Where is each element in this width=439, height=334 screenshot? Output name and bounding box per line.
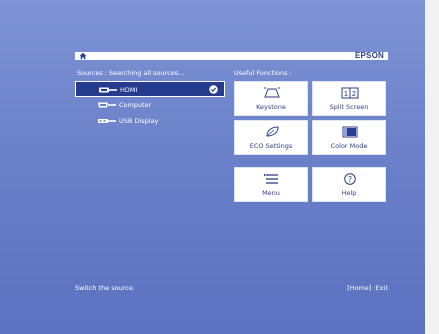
keystone-icon (264, 87, 280, 98)
home-icon[interactable] (79, 52, 87, 60)
sources-list: HDMI Computer USB Display (75, 81, 225, 129)
frame-edge (425, 0, 439, 334)
menu-icon (264, 174, 278, 184)
source-label: Computer (119, 101, 152, 109)
source-label: USB Display (119, 117, 159, 125)
help-icon: ? (344, 173, 356, 185)
status-bar: Switch the source. [Home] :Exit (75, 284, 388, 293)
sources-title: Sources : Searching all sources... (77, 69, 185, 77)
hdmi-connector-icon (99, 87, 117, 93)
split-screen-icon: 1 2 (341, 87, 359, 99)
color-mode-icon (342, 126, 358, 138)
functions-title: Useful Functions : (234, 69, 292, 77)
menu-button[interactable]: Menu (234, 167, 308, 202)
eco-leaf-icon (266, 126, 279, 137)
keystone-button[interactable]: Keystone (234, 81, 308, 116)
usb-connector-icon (98, 119, 116, 123)
func-label: Split Screen (329, 103, 369, 111)
check-icon (209, 85, 218, 94)
svg-text:1: 1 (344, 90, 348, 98)
color-mode-button[interactable]: Color Mode (312, 120, 386, 155)
func-label: Menu (262, 189, 280, 197)
svg-text:2: 2 (352, 90, 356, 98)
func-label: Color Mode (330, 142, 368, 150)
func-label: Keystone (256, 103, 286, 111)
source-item-usb-display[interactable]: USB Display (75, 113, 225, 129)
func-label: Help (341, 189, 357, 197)
help-button[interactable]: ? Help (312, 167, 386, 202)
func-label: ECO Settings (249, 142, 293, 150)
exit-hint: [Home] :Exit (347, 284, 388, 292)
split-screen-button[interactable]: 1 2 Split Screen (312, 81, 386, 116)
header-bar: EPSON (75, 51, 388, 60)
projector-home-screen: EPSON Sources : Searching all sources...… (0, 0, 425, 334)
source-item-hdmi[interactable]: HDMI (75, 81, 225, 97)
vga-connector-icon (98, 102, 116, 108)
status-hint: Switch the source. (75, 284, 135, 292)
source-item-computer[interactable]: Computer (75, 97, 225, 113)
eco-settings-button[interactable]: ECO Settings (234, 120, 308, 155)
brand-logo: EPSON (354, 51, 384, 60)
svg-text:?: ? (348, 175, 352, 184)
source-label: HDMI (120, 86, 138, 94)
